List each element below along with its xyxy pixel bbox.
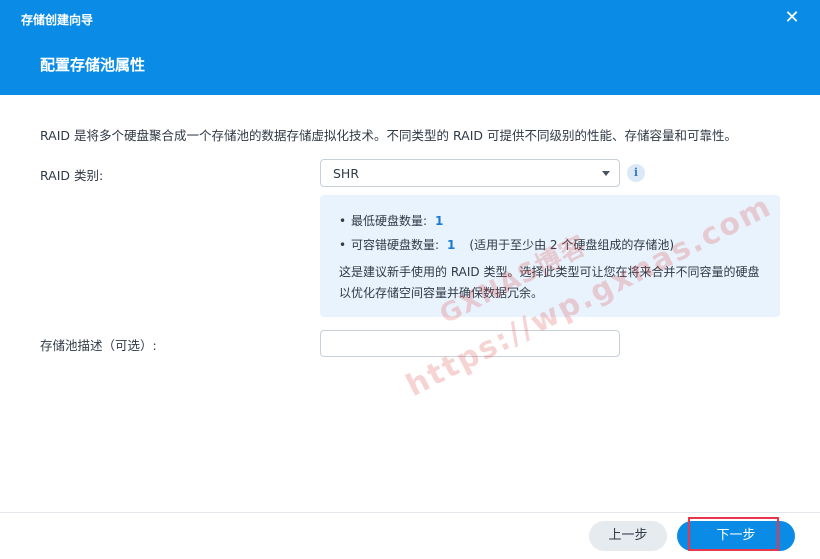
raid-type-label: RAID 类别: (40, 168, 104, 183)
min-disks-row: • 最低硬盘数量: 1 (339, 212, 457, 229)
previous-button[interactable]: 上一步 (589, 521, 667, 551)
bullet: • (339, 238, 347, 252)
fault-tolerance-note: (适用于至少由 2 个硬盘组成的存储池) (469, 238, 675, 252)
raid-info-box: • 最低硬盘数量: 1 • 可容错硬盘数量: 1 (适用于至少由 2 个硬盘组成的存储池)… (320, 195, 780, 317)
pool-description-label: 存储池描述（可选）: (40, 338, 157, 353)
fault-tolerance-value: 1 (447, 238, 456, 252)
close-icon[interactable]: ✕ (782, 8, 802, 28)
min-disks-value: 1 (435, 214, 444, 228)
wizard-header: 存储创建向导 ✕ 配置存储池属性 (0, 0, 820, 95)
next-button[interactable]: 下一步 (677, 521, 795, 551)
raid-type-select[interactable]: SHR (320, 159, 620, 187)
min-disks-label: 最低硬盘数量: (351, 214, 428, 228)
info-icon[interactable]: i (627, 164, 645, 182)
step-title: 配置存储池属性 (40, 56, 146, 74)
fault-tolerance-row: • 可容错硬盘数量: 1 (适用于至少由 2 个硬盘组成的存储池) (339, 236, 674, 253)
bullet: • (339, 214, 347, 228)
pool-description-input[interactable] (320, 330, 620, 357)
raid-description: RAID 是将多个硬盘聚合成一个存储池的数据存储虚拟化技术。不同类型的 RAID… (40, 128, 738, 143)
window-title: 存储创建向导 (21, 13, 94, 27)
raid-type-value: SHR (333, 166, 360, 181)
chevron-down-icon (602, 171, 610, 176)
raid-note: 这是建议新手使用的 RAID 类型。选择此类型可让您在将来合并不同容量的硬盘以优… (339, 265, 760, 300)
fault-tolerance-label: 可容错硬盘数量: (351, 238, 440, 252)
footer-divider (0, 512, 820, 513)
